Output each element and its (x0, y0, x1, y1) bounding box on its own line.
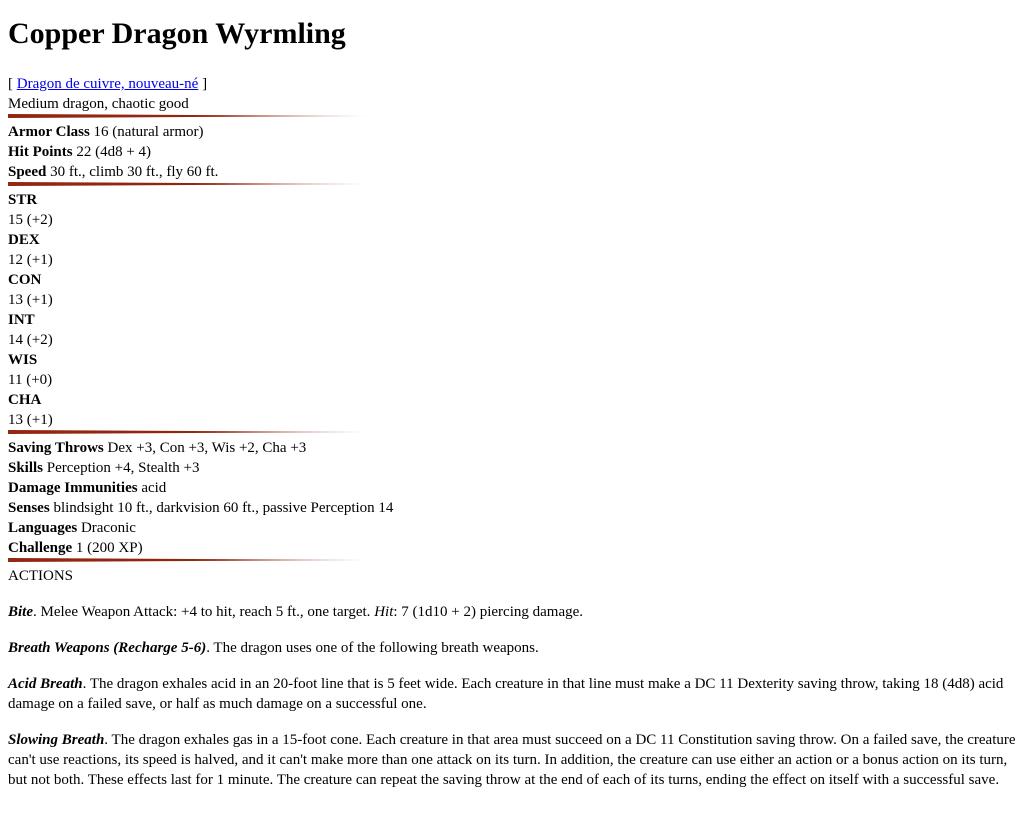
damage-immunities-line: Damage Immunities acid (8, 478, 1016, 498)
divider-rule (8, 430, 368, 434)
ability-label-int: INT (8, 312, 35, 328)
action-text-bite: . Melee Weapon Attack: +4 to hit, reach … (33, 604, 375, 620)
ability-value-int: 14 (+2) (8, 332, 53, 348)
speed-line: Speed 30 ft., climb 30 ft., fly 60 ft. (8, 162, 1016, 182)
action-breath-weapons: Breath Weapons (Recharge 5-6). The drago… (8, 638, 1016, 658)
ability-name: WIS (8, 350, 1016, 370)
challenge-value: 1 (200 XP) (72, 540, 143, 556)
action-text-acid-breath: . The dragon exhales acid in an 20-foot … (8, 676, 1004, 712)
translation-line: [ Dragon de cuivre, nouveau-né ] (8, 74, 1016, 94)
armor-class-label: Armor Class (8, 124, 90, 140)
ability-value-cha: 13 (+1) (8, 412, 53, 428)
ability-name: STR (8, 190, 1016, 210)
actions-heading: ACTIONS (8, 568, 74, 584)
skills-line: Skills Perception +4, Stealth +3 (8, 458, 1016, 478)
action-name-slowing-breath: Slowing Breath (8, 732, 105, 748)
speed-value: 30 ft., climb 30 ft., fly 60 ft. (46, 164, 219, 180)
armor-class-value: 16 (natural armor) (89, 124, 204, 140)
senses-line: Senses blindsight 10 ft., darkvision 60 … (8, 498, 1016, 518)
saving-throws-value: Dex +3, Con +3, Wis +2, Cha +3 (103, 440, 307, 456)
skills-value: Perception +4, Stealth +3 (43, 460, 200, 476)
languages-value: Draconic (77, 520, 136, 536)
saving-throws-line: Saving Throws Dex +3, Con +3, Wis +2, Ch… (8, 438, 1016, 458)
ability-name: CON (8, 270, 1016, 290)
stat-block: Copper Dragon Wyrmling [ Dragon de cuivr… (0, 0, 1024, 790)
translation-link[interactable]: Dragon de cuivre, nouveau-né (17, 76, 199, 92)
action-name-bite: Bite (8, 604, 33, 620)
hit-label: Hit (374, 604, 394, 620)
armor-class-line: Armor Class 16 (natural armor) (8, 122, 1016, 142)
ability-value-str: 15 (+2) (8, 212, 53, 228)
damage-immunities-label: Damage Immunities (8, 480, 138, 496)
hit-points-value: 22 (4d8 + 4) (72, 144, 152, 160)
divider-rule (8, 182, 368, 186)
challenge-line: Challenge 1 (200 XP) (8, 538, 1016, 558)
action-slowing-breath: Slowing Breath. The dragon exhales gas i… (8, 730, 1016, 790)
challenge-label: Challenge (8, 540, 73, 556)
ability-scores: STR 15 (+2) DEX 12 (+1) CON 13 (+1) INT … (8, 190, 1016, 430)
action-text-slowing-breath: . The dragon exhales gas in a 15-foot co… (8, 732, 1016, 788)
ability-name: CHA (8, 390, 1016, 410)
page-title: Copper Dragon Wyrmling (8, 17, 346, 50)
ability-value-dex: 12 (+1) (8, 252, 53, 268)
hit-points-label: Hit Points (8, 144, 73, 160)
action-name-breath-weapons: Breath Weapons (Recharge 5-6) (8, 640, 207, 656)
languages-line: Languages Draconic (8, 518, 1016, 538)
senses-value: blindsight 10 ft., darkvision 60 ft., pa… (49, 500, 394, 516)
skills-label: Skills (8, 460, 44, 476)
ability-label-cha: CHA (8, 392, 42, 408)
senses-label: Senses (8, 500, 50, 516)
divider-rule (8, 558, 368, 562)
action-acid-breath: Acid Breath. The dragon exhales acid in … (8, 674, 1016, 714)
hit-points-line: Hit Points 22 (4d8 + 4) (8, 142, 1016, 162)
saving-throws-label: Saving Throws (8, 440, 104, 456)
ability-label-con: CON (8, 272, 42, 288)
action-name-acid-breath: Acid Breath (8, 676, 83, 692)
damage-immunities-value: acid (137, 480, 167, 496)
bracket-open: [ (8, 76, 17, 92)
ability-name: INT (8, 310, 1016, 330)
languages-label: Languages (8, 520, 78, 536)
ability-label-dex: DEX (8, 232, 40, 248)
ability-label-wis: WIS (8, 352, 38, 368)
divider-rule (8, 114, 368, 118)
action-damage-bite: : 7 (1d10 + 2) piercing damage. (393, 604, 584, 620)
speed-label: Speed (8, 164, 47, 180)
action-bite: Bite. Melee Weapon Attack: +4 to hit, re… (8, 602, 1016, 622)
ability-value-wis: 11 (+0) (8, 372, 53, 388)
type-line: Medium dragon, chaotic good (8, 96, 189, 112)
ability-label-str: STR (8, 192, 38, 208)
ability-name: DEX (8, 230, 1016, 250)
ability-value-con: 13 (+1) (8, 292, 53, 308)
action-text-breath-weapons: . The dragon uses one of the following b… (206, 640, 539, 656)
bracket-close: ] (198, 76, 208, 92)
